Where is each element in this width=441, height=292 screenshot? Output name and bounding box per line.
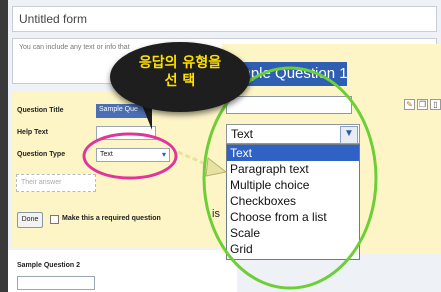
annotation-overlay <box>82 66 378 290</box>
arrow-icon <box>177 150 228 177</box>
callout-line-2: 선 택 <box>164 73 196 89</box>
callout-line-1: 응답의 유형을 <box>138 55 222 71</box>
screenshot-stage: Untitled form You can include any text o… <box>0 0 441 292</box>
callout-text: 응답의 유형을 선 택 <box>112 54 248 90</box>
pink-highlight-ellipse <box>82 132 178 180</box>
